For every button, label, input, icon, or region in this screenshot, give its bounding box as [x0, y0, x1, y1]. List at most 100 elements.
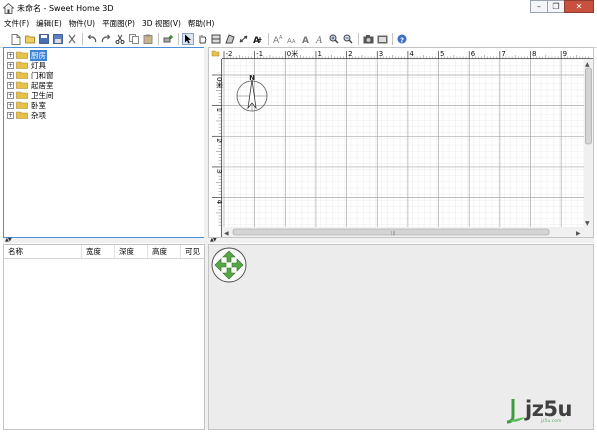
add-text-icon[interactable]: A: [252, 33, 264, 45]
catalog-category[interactable]: + 卧室: [7, 100, 47, 110]
folder-icon: [16, 71, 28, 79]
vertical-scroll-thumb[interactable]: [585, 67, 592, 145]
toolbar-separator: [178, 33, 179, 45]
close-button[interactable]: ✕: [564, 0, 594, 13]
folder-icon: [16, 51, 28, 59]
toolbar-separator: [358, 33, 359, 45]
catalog-category-label: 杂项: [31, 110, 46, 120]
catalog-category[interactable]: + 起居室: [7, 80, 55, 90]
create-video-icon[interactable]: [376, 33, 388, 45]
column-header-name[interactable]: 名称: [4, 245, 82, 258]
column-header-width[interactable]: 宽度: [82, 245, 115, 258]
zoom-in-icon[interactable]: [328, 33, 340, 45]
menu-3d-view[interactable]: 3D 视图(V): [142, 17, 181, 30]
scroll-left-arrow[interactable]: ◀: [224, 230, 229, 237]
italic-text-icon[interactable]: A: [314, 33, 326, 45]
paste-icon[interactable]: [142, 33, 154, 45]
jz5u-watermark-logo: jz5u jz5u.com: [501, 395, 581, 425]
new-home-icon[interactable]: [10, 33, 22, 45]
copy-icon[interactable]: [128, 33, 140, 45]
x-ruler-label: 3: [379, 50, 383, 58]
svg-text:A: A: [302, 36, 309, 44]
y-ruler-label: 4: [215, 200, 223, 205]
scroll-right-arrow[interactable]: ▶: [576, 230, 581, 237]
save-as-icon[interactable]: [52, 33, 64, 45]
y-ruler-label: 1: [215, 108, 223, 112]
menu-plan[interactable]: 平面图(P): [102, 17, 135, 30]
cut-scissors-icon[interactable]: [114, 33, 126, 45]
y-ruler-label: 3: [215, 169, 223, 173]
watermark-brand: jz5u: [525, 397, 572, 421]
decrease-text-size-icon[interactable]: AA: [286, 33, 298, 45]
svg-text:?: ?: [400, 36, 404, 44]
folder-icon: [16, 61, 28, 69]
compass-north-label: N: [249, 74, 255, 82]
increase-text-size-icon[interactable]: AA: [272, 33, 284, 45]
ruler-corner-icon: [211, 50, 220, 57]
furniture-list-table[interactable]: 名称 宽度 深度 高度 可见: [3, 244, 205, 430]
create-walls-icon[interactable]: [210, 33, 222, 45]
right-splitter[interactable]: ▲▼: [208, 237, 594, 243]
catalog-category[interactable]: + 卫生间: [7, 90, 55, 100]
expand-toggle[interactable]: +: [7, 51, 14, 59]
expand-toggle[interactable]: +: [7, 81, 14, 89]
catalog-category[interactable]: + 门和窗: [7, 70, 55, 80]
zoom-out-icon[interactable]: [342, 33, 354, 45]
column-header-visible[interactable]: 可见: [181, 245, 204, 258]
save-icon[interactable]: [38, 33, 50, 45]
leaf-logo-icon: [506, 399, 525, 424]
select-mode-icon[interactable]: [182, 33, 194, 45]
menu-file[interactable]: 文件(F): [4, 17, 29, 30]
x-ruler-label: 4: [409, 50, 414, 58]
navigation-arrows-icon[interactable]: [211, 247, 247, 283]
catalog-category[interactable]: + 灯具: [7, 60, 47, 70]
create-photo-icon[interactable]: [362, 33, 374, 45]
minimize-button[interactable]: –: [530, 0, 548, 13]
help-icon[interactable]: ?: [396, 33, 408, 45]
scroll-up-arrow[interactable]: ▲: [585, 61, 590, 68]
expand-toggle[interactable]: +: [7, 101, 14, 109]
y-ruler-label: 2: [215, 138, 223, 142]
splitter-arrows[interactable]: ▲▼: [5, 237, 12, 243]
plan-canvas[interactable]: -2 -1 0米 1 2 3 4 5 6 7 8 9 0米 1 2 3 4 N ◀ ||| ▶ ▲ ▼: [209, 48, 593, 237]
folder-icon: [16, 81, 28, 89]
bold-text-icon[interactable]: A: [300, 33, 312, 45]
expand-toggle[interactable]: +: [7, 71, 14, 79]
3d-view[interactable]: jz5u jz5u.com: [208, 244, 594, 430]
create-rooms-icon[interactable]: [224, 33, 236, 45]
catalog-category[interactable]: + 厨房: [7, 49, 47, 61]
sweet-home-3d-app-icon[interactable]: [3, 3, 14, 14]
folder-icon: [16, 91, 28, 99]
furniture-catalog-tree[interactable]: + 厨房 + 灯具 + 门和窗 + 起居室 + 卫生间 + 卧室 + 杂项: [3, 47, 205, 238]
x-ruler-label: 8: [532, 50, 536, 58]
x-ruler-label: 9: [563, 50, 567, 58]
expand-toggle[interactable]: +: [7, 111, 14, 119]
column-header-height[interactable]: 高度: [148, 245, 181, 258]
toolbar: A AA AA A A ?: [0, 31, 597, 48]
column-header-depth[interactable]: 深度: [115, 245, 148, 258]
svg-text:A: A: [315, 36, 323, 44]
undo-icon[interactable]: [86, 33, 98, 45]
left-splitter[interactable]: ▲▼: [3, 237, 205, 243]
svg-text:A: A: [292, 39, 296, 44]
toolbar-separator: [158, 33, 159, 45]
cut-icon[interactable]: [66, 33, 78, 45]
open-icon[interactable]: [24, 33, 36, 45]
x-ruler-label: 5: [440, 50, 444, 58]
expand-toggle[interactable]: +: [7, 91, 14, 99]
create-dimensions-icon[interactable]: [238, 33, 250, 45]
menu-help[interactable]: 帮助(H): [188, 17, 215, 30]
pan-mode-icon[interactable]: [196, 33, 208, 45]
menu-edit[interactable]: 编辑(E): [36, 17, 62, 30]
plan-view[interactable]: -2 -1 0米 1 2 3 4 5 6 7 8 9 0米 1 2 3 4 N ◀ ||| ▶ ▲ ▼: [208, 47, 594, 238]
catalog-category[interactable]: + 杂项: [7, 110, 47, 120]
folder-icon: [16, 101, 28, 109]
redo-icon[interactable]: [100, 33, 112, 45]
table-header: 名称 宽度 深度 高度 可见: [4, 245, 204, 259]
scroll-down-arrow[interactable]: ▼: [585, 220, 590, 227]
add-furniture-icon[interactable]: [162, 33, 174, 45]
menu-furniture[interactable]: 物件(U): [69, 17, 95, 30]
expand-toggle[interactable]: +: [7, 61, 14, 69]
restore-button[interactable]: ❐: [547, 0, 565, 13]
x-ruler-label: 2: [348, 50, 352, 58]
